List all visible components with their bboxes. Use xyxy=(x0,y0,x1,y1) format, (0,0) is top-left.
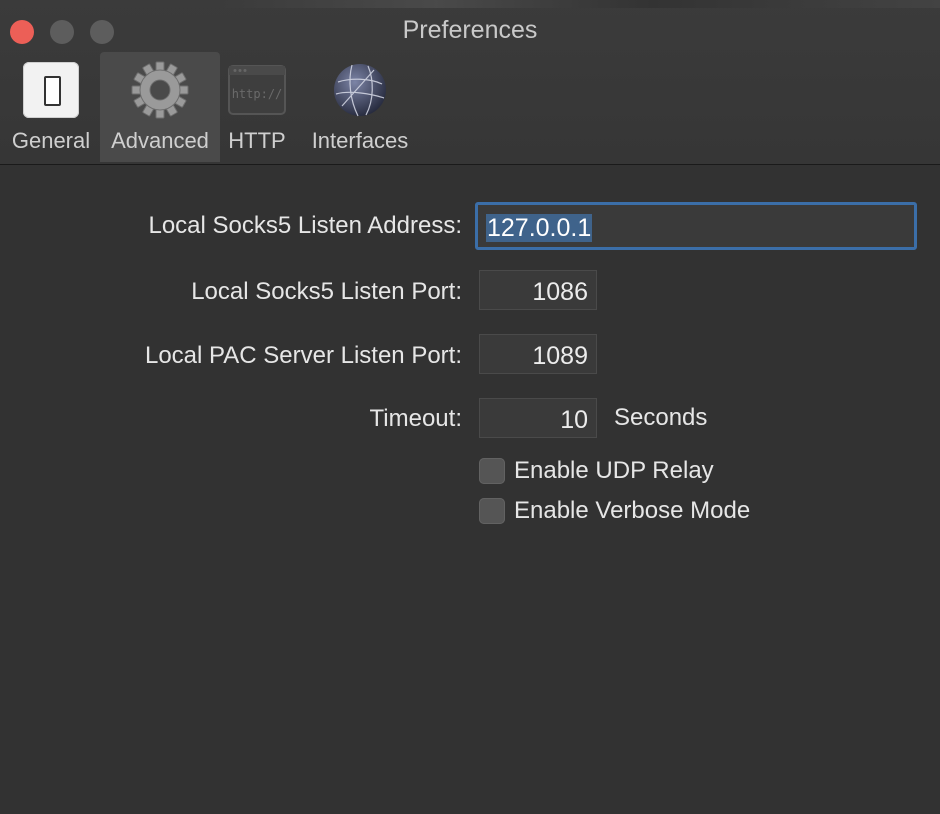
tab-general[interactable]: General xyxy=(4,52,98,162)
verbose-mode-checkbox[interactable] xyxy=(479,498,505,524)
tab-http-label: HTTP xyxy=(228,128,286,153)
tab-general-label: General xyxy=(11,128,91,153)
udp-relay-label[interactable]: Enable UDP Relay xyxy=(514,457,714,485)
selected-text: 127.0.0.1 xyxy=(486,214,593,242)
general-switch-icon xyxy=(23,62,79,118)
tab-advanced[interactable]: Advanced xyxy=(100,52,220,162)
tab-interfaces[interactable]: Interfaces xyxy=(300,52,420,162)
window-title: Preferences xyxy=(402,16,538,44)
globe-network-icon xyxy=(334,64,386,117)
pac-port-label: Local PAC Server Listen Port: xyxy=(144,342,462,369)
udp-relay-checkbox[interactable] xyxy=(479,458,505,484)
timeout-label: Timeout: xyxy=(369,405,462,432)
tab-advanced-label: Advanced xyxy=(111,128,209,153)
svg-text:http://: http:// xyxy=(232,87,283,101)
tab-interfaces-label: Interfaces xyxy=(311,128,409,153)
background-strip xyxy=(220,0,940,8)
preferences-window: Preferences General Advanced http:// HTT… xyxy=(0,0,940,814)
switch-icon xyxy=(44,76,61,106)
http-icon: http:// xyxy=(228,65,286,115)
listen-port-input[interactable]: 1086 xyxy=(479,270,597,310)
timeout-unit: Seconds xyxy=(614,404,708,431)
verbose-mode-label[interactable]: Enable Verbose Mode xyxy=(514,497,750,525)
pac-port-input[interactable]: 1089 xyxy=(479,334,597,374)
address-label: Local Socks5 Listen Address: xyxy=(148,212,462,239)
gear-icon xyxy=(131,61,189,119)
listen-address-input[interactable]: 127.0.0.1 xyxy=(475,202,917,250)
port-label: Local Socks5 Listen Port: xyxy=(191,278,462,305)
timeout-input[interactable]: 10 xyxy=(479,398,597,438)
tab-http[interactable]: http:// HTTP xyxy=(222,52,292,162)
titlebar: Preferences General Advanced http:// HTT… xyxy=(0,0,940,165)
